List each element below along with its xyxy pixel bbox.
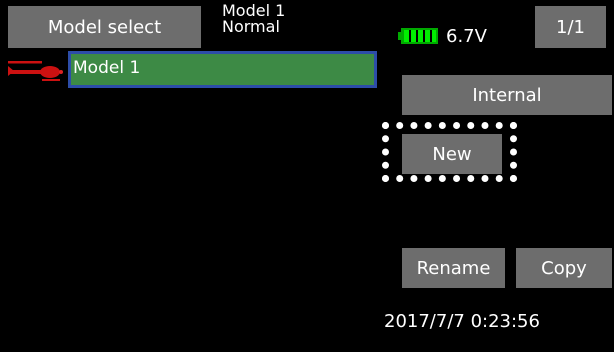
copy-button[interactable]: Copy: [516, 248, 612, 288]
internal-storage-button[interactable]: Internal: [402, 75, 612, 115]
new-model-button[interactable]: New: [402, 134, 502, 174]
battery-icon: [398, 28, 438, 44]
current-model-mode: Normal: [222, 17, 280, 36]
datetime-display: 2017/7/7 0:23:56: [384, 311, 540, 332]
model-list-item[interactable]: Model 1: [68, 51, 377, 88]
page-indicator[interactable]: 1/1: [535, 6, 606, 48]
current-model-info: Model 1 Normal: [222, 2, 342, 50]
screen-title[interactable]: Model select: [8, 6, 201, 48]
rename-button[interactable]: Rename: [402, 248, 505, 288]
helicopter-icon: [8, 61, 63, 81]
battery-voltage: 6.7V: [446, 26, 487, 47]
